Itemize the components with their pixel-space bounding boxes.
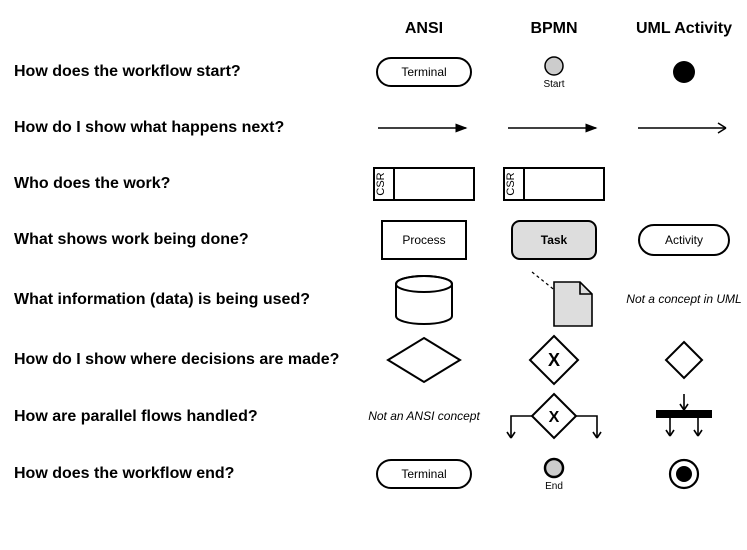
question-parallel: How are parallel flows handled?: [14, 397, 354, 437]
end-circle-icon: [542, 456, 566, 480]
task-box-icon: Task: [509, 218, 599, 262]
uml-initial-node: [624, 44, 744, 100]
bpmn-arrow: [494, 100, 614, 156]
bpmn-swimlane: CSR: [494, 156, 614, 212]
question-next: How do I show what happens next?: [14, 108, 354, 148]
question-decision: How do I show where decisions are made?: [14, 340, 354, 380]
uml-fork-join: [624, 389, 744, 445]
terminal-shape-icon: Terminal: [374, 55, 474, 89]
uml-who-empty: [624, 156, 744, 212]
question-who: Who does the work?: [14, 164, 354, 204]
col-header-ansi: ANSI: [364, 20, 484, 44]
ansi-parallel-note: Not an ANSI concept: [364, 389, 484, 445]
question-end: How does the workflow end?: [14, 454, 354, 494]
arrow-solid-icon: [374, 118, 474, 138]
swimlane-icon: CSR: [502, 166, 606, 202]
bpmn-task: Task: [494, 212, 614, 268]
activity-shape-icon: Activity: [636, 222, 732, 258]
bullseye-icon: [667, 457, 701, 491]
parallel-gateway-icon: X: [499, 388, 609, 446]
csr-label: CSR: [375, 172, 387, 195]
question-work: What shows work being done?: [14, 220, 354, 260]
col-header-bpmn: BPMN: [494, 20, 614, 44]
arrow-open-icon: [634, 118, 734, 138]
terminal-label: Terminal: [401, 65, 446, 79]
database-cylinder-icon: [389, 272, 459, 328]
svg-text:X: X: [549, 409, 560, 426]
question-start: How does the workflow start?: [14, 52, 354, 92]
ansi-swimlane: CSR: [364, 156, 484, 212]
terminal-label: Terminal: [401, 467, 446, 481]
question-data: What information (data) is being used?: [14, 280, 354, 320]
arrow-solid-icon: [504, 118, 604, 138]
bpmn-start-event: Start: [494, 44, 614, 100]
ansi-end-terminal: Terminal: [364, 446, 484, 502]
terminal-shape-icon: Terminal: [374, 457, 474, 491]
swimlane-icon: CSR: [372, 166, 476, 202]
process-label: Process: [402, 233, 445, 247]
process-box-icon: Process: [379, 218, 469, 262]
uml-data-note: Not a concept in UML: [624, 272, 744, 328]
col-header-uml: UML Activity: [624, 20, 744, 44]
ansi-decision: [364, 332, 484, 388]
bpmn-parallel-gateway: X: [494, 388, 614, 446]
uml-arrow: [624, 100, 744, 156]
csr-label: CSR: [505, 172, 517, 195]
start-caption: Start: [543, 79, 564, 90]
bpmn-data-object: [494, 268, 614, 332]
not-uml-note: Not a concept in UML: [626, 293, 741, 306]
bpmn-gateway-exclusive: X: [494, 332, 614, 388]
end-caption: End: [545, 481, 563, 492]
diamond-icon: [384, 334, 464, 386]
ansi-start-terminal: Terminal: [364, 44, 484, 100]
ansi-process: Process: [364, 212, 484, 268]
notation-comparison-table: ANSI BPMN UML Activity How does the work…: [14, 20, 733, 502]
ansi-data-cylinder: [364, 272, 484, 328]
document-icon: [514, 268, 594, 332]
gateway-x-icon: X: [526, 332, 582, 388]
uml-decision-diamond: [624, 332, 744, 388]
bpmn-end-event: End: [494, 446, 614, 502]
not-ansi-note: Not an ANSI concept: [368, 410, 480, 423]
solid-circle-icon: [670, 58, 698, 86]
uml-final-node: [624, 446, 744, 502]
small-diamond-icon: [662, 338, 706, 382]
task-label: Task: [541, 233, 568, 247]
activity-label: Activity: [665, 233, 703, 247]
start-circle-icon: [542, 54, 566, 78]
uml-activity: Activity: [624, 212, 744, 268]
ansi-arrow: [364, 100, 484, 156]
svg-text:X: X: [548, 350, 560, 370]
fork-bar-icon: [644, 390, 724, 444]
